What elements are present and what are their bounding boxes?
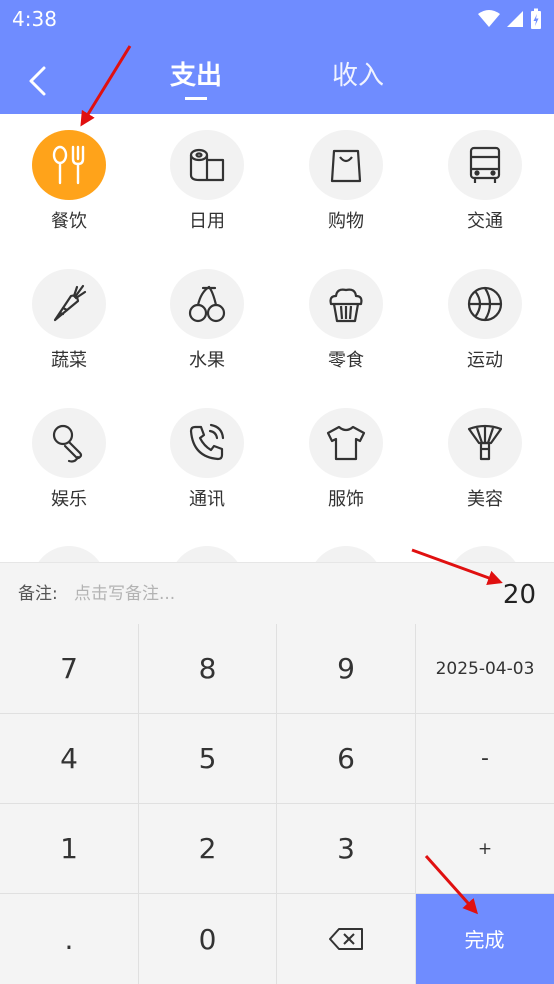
tab-income[interactable]: 收入 — [326, 56, 390, 100]
category-partial[interactable] — [170, 546, 244, 562]
status-time: 4:38 — [12, 7, 57, 31]
amount-display: 20 — [502, 580, 536, 610]
microphone-icon — [52, 424, 83, 463]
category-daily-circle — [170, 130, 244, 200]
wifi-icon — [478, 10, 500, 27]
category-grid: 餐饮 日用 购物 交通 蔬菜 水果 零食 运动 娱乐 通讯 服饰 美容 — [0, 114, 554, 562]
category-fruit-circle — [170, 269, 244, 339]
active-tab-underline — [185, 97, 207, 100]
category-label: 零食 — [328, 350, 364, 371]
category-label: 蔬菜 — [51, 350, 87, 371]
category-label: 服饰 — [328, 489, 364, 510]
note-row: 备注: 20 — [0, 562, 554, 625]
key-6[interactable]: 6 — [277, 714, 416, 804]
category-clothing[interactable]: 服饰 — [277, 392, 415, 512]
decimal-key[interactable]: . — [0, 894, 139, 984]
category-telecom-circle — [170, 408, 244, 478]
category-vegetables[interactable]: 蔬菜 — [0, 253, 138, 373]
category-label: 餐饮 — [51, 211, 87, 232]
carrot-icon — [53, 284, 87, 322]
category-label: 通讯 — [189, 489, 225, 510]
category-sports-circle — [448, 269, 522, 339]
category-snacks-circle — [309, 269, 383, 339]
category-label: 运动 — [467, 350, 503, 371]
key-9[interactable]: 9 — [277, 624, 416, 714]
minus-key[interactable]: - — [416, 714, 554, 804]
category-partial[interactable] — [309, 546, 383, 562]
done-button[interactable]: 完成 — [416, 894, 554, 984]
category-partial[interactable] — [32, 546, 106, 562]
battery-icon — [531, 8, 541, 29]
category-label: 购物 — [328, 211, 364, 232]
category-daily[interactable]: 日用 — [138, 114, 276, 234]
tab-expense[interactable]: 支出 — [166, 56, 226, 100]
category-beauty-circle — [448, 408, 522, 478]
tab-expense-label: 支出 — [169, 61, 222, 91]
basketball-icon — [467, 286, 503, 322]
note-label: 备注: — [18, 584, 58, 604]
note-input[interactable] — [74, 581, 374, 607]
chevron-left-icon — [29, 66, 46, 96]
category-food[interactable]: 餐饮 — [0, 114, 138, 234]
utensils-icon — [52, 145, 85, 185]
category-clothing-circle — [309, 408, 383, 478]
cupcake-icon — [329, 288, 363, 323]
key-4[interactable]: 4 — [0, 714, 139, 804]
category-shopping[interactable]: 购物 — [277, 114, 415, 234]
number-keypad: 7 8 9 2025-04-03 4 5 6 - 1 2 3 + . 0 完成 — [0, 624, 554, 984]
category-label: 日用 — [189, 211, 225, 232]
category-telecom[interactable]: 通讯 — [138, 392, 276, 512]
brush-icon — [467, 424, 503, 461]
key-5[interactable]: 5 — [139, 714, 277, 804]
shopping-bag-icon — [330, 149, 362, 183]
date-picker-button[interactable]: 2025-04-03 — [416, 624, 554, 714]
tshirt-icon — [326, 425, 366, 461]
category-sports[interactable]: 运动 — [416, 253, 554, 373]
plus-key[interactable]: + — [416, 804, 554, 894]
category-transport[interactable]: 交通 — [416, 114, 554, 234]
category-snacks[interactable]: 零食 — [277, 253, 415, 373]
category-label: 交通 — [467, 211, 503, 232]
category-transport-circle — [448, 130, 522, 200]
category-entertainment[interactable]: 娱乐 — [0, 392, 138, 512]
signal-icon — [507, 11, 523, 27]
key-8[interactable]: 8 — [139, 624, 277, 714]
backspace-icon — [329, 928, 363, 950]
tissue-roll-icon — [189, 148, 225, 182]
status-icons — [478, 6, 542, 32]
back-button[interactable] — [18, 62, 56, 100]
category-label: 美容 — [467, 489, 503, 510]
category-label: 水果 — [189, 350, 225, 371]
category-label: 娱乐 — [51, 489, 87, 510]
key-0[interactable]: 0 — [139, 894, 277, 984]
key-2[interactable]: 2 — [139, 804, 277, 894]
key-3[interactable]: 3 — [277, 804, 416, 894]
backspace-key[interactable] — [277, 894, 416, 984]
category-fruit[interactable]: 水果 — [138, 253, 276, 373]
category-beauty[interactable]: 美容 — [416, 392, 554, 512]
category-entertainment-circle — [32, 408, 106, 478]
tab-income-label: 收入 — [331, 61, 384, 91]
cherry-icon — [188, 285, 226, 323]
category-food-circle — [32, 130, 106, 200]
bus-icon — [469, 146, 501, 183]
phone-icon — [189, 423, 225, 461]
category-vegetables-circle — [32, 269, 106, 339]
key-1[interactable]: 1 — [0, 804, 139, 894]
category-shopping-circle — [309, 130, 383, 200]
category-partial[interactable] — [448, 546, 522, 562]
key-7[interactable]: 7 — [0, 624, 139, 714]
app-header: 4:38 支出 收入 — [0, 0, 554, 114]
